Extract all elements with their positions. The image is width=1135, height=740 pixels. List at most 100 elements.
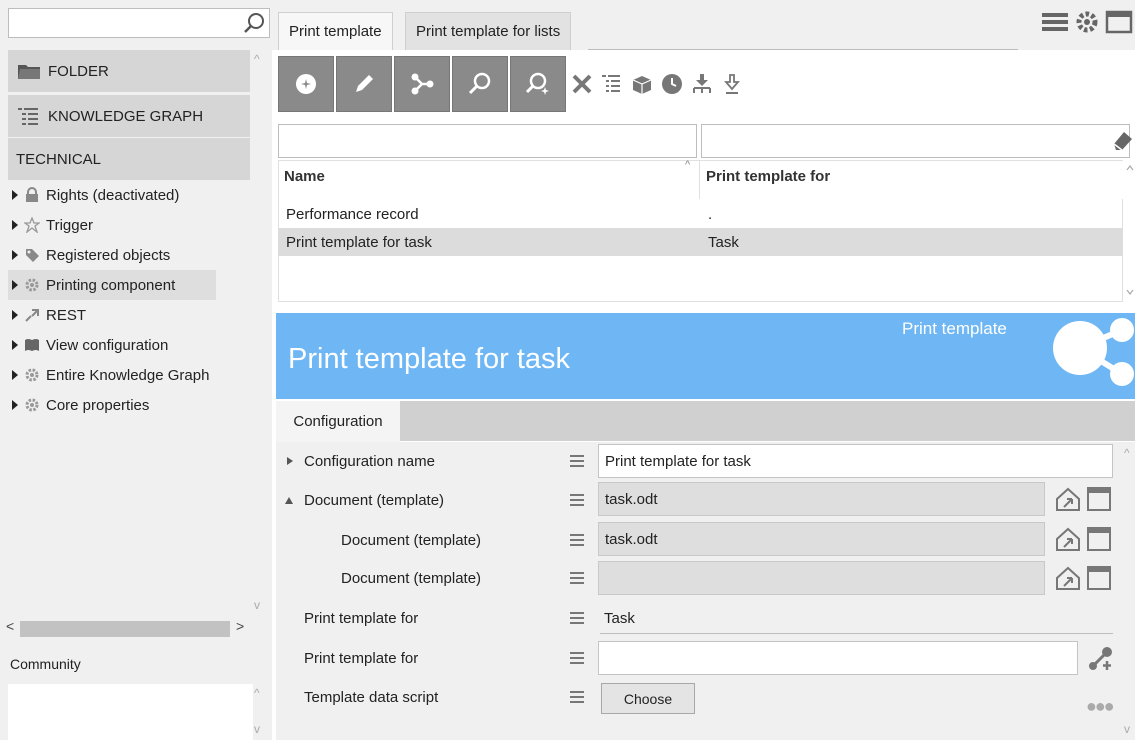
tree-item-registered-objects[interactable]: Registered objects	[8, 240, 250, 270]
field-menu-icon[interactable]	[570, 455, 584, 467]
window-icon[interactable]	[1104, 8, 1134, 36]
tab-configuration[interactable]: Configuration	[276, 401, 400, 442]
tree-item-label: Printing component	[46, 276, 176, 294]
scroll-down-icon[interactable]: v	[254, 722, 260, 736]
tree-item-entire-knowledge-graph[interactable]: Entire Knowledge Graph	[8, 360, 250, 390]
expand-arrow-icon[interactable]	[12, 190, 18, 200]
filter-name-input[interactable]	[278, 124, 697, 158]
scroll-down-icon[interactable]: v	[254, 598, 260, 612]
print-template-for-input[interactable]	[598, 641, 1078, 675]
more-options-icon[interactable]: ●●●	[1086, 696, 1115, 717]
table-vertical-scrollbar[interactable]	[1125, 162, 1135, 302]
field-menu-icon[interactable]	[570, 612, 584, 624]
configuration-tab-bar	[276, 401, 1135, 441]
tree-item-rest[interactable]: REST	[8, 300, 250, 330]
field-divider	[600, 633, 1113, 634]
window-icon[interactable]	[1085, 525, 1113, 553]
export-button[interactable]	[718, 64, 746, 104]
tree-item-trigger[interactable]: Trigger	[8, 210, 250, 240]
community-panel[interactable]	[8, 684, 253, 740]
folder-icon	[18, 65, 40, 79]
column-header-name[interactable]: Name	[284, 168, 325, 185]
field-menu-icon[interactable]	[570, 652, 584, 664]
configuration-name-input[interactable]: Print template for task	[598, 444, 1113, 478]
table-row[interactable]: Performance record .	[278, 200, 1123, 228]
scroll-up-icon[interactable]: ^	[254, 52, 260, 66]
field-menu-icon[interactable]	[570, 572, 584, 584]
expand-arrow-icon[interactable]	[287, 457, 293, 465]
field-menu-icon[interactable]	[570, 534, 584, 546]
tab-print-template[interactable]: Print template	[278, 12, 393, 50]
tag-icon	[26, 249, 39, 262]
search-input[interactable]	[8, 8, 270, 38]
graph-button[interactable]	[394, 56, 450, 112]
tree-item-rights[interactable]: Rights (deactivated)	[8, 180, 250, 210]
download-icon	[693, 74, 711, 93]
graph-icon	[411, 73, 434, 95]
import-button[interactable]	[688, 64, 716, 104]
search-icon[interactable]	[243, 12, 265, 34]
window-icon[interactable]	[1085, 485, 1113, 513]
gear-icon[interactable]	[1072, 8, 1102, 36]
scroll-up-icon[interactable]: ^	[1124, 446, 1130, 460]
delete-button[interactable]	[568, 64, 596, 104]
collapse-arrow-icon[interactable]	[285, 497, 293, 504]
scroll-down-icon[interactable]: v	[1124, 722, 1130, 736]
expand-arrow-icon[interactable]	[12, 310, 18, 320]
advanced-search-button[interactable]	[510, 56, 566, 112]
edit-button[interactable]	[336, 56, 392, 112]
filter-print-template-for-input[interactable]	[701, 124, 1130, 158]
expand-arrow-icon[interactable]	[12, 340, 18, 350]
scroll-right-icon[interactable]: >	[236, 618, 244, 634]
field-label-template-data-script: Template data script	[304, 689, 439, 706]
print-template-for-value[interactable]: Task	[604, 610, 635, 627]
sort-ascending-icon[interactable]: ^	[685, 159, 690, 171]
scroll-up-icon[interactable]: ^	[254, 686, 260, 700]
section-knowledge-graph[interactable]: KNOWLEDGE GRAPH	[8, 95, 250, 137]
tree-item-label: Registered objects	[46, 246, 171, 264]
expand-arrow-icon[interactable]	[12, 280, 18, 290]
document-template-input	[598, 561, 1045, 595]
column-header-print-template-for[interactable]: Print template for	[706, 168, 830, 185]
choose-button[interactable]: Choose	[601, 683, 695, 714]
tree-item-printing-component[interactable]: Printing component	[8, 270, 216, 300]
tab-divider	[588, 49, 1018, 50]
add-relation-icon[interactable]	[1087, 644, 1115, 672]
gear-icon	[25, 398, 39, 412]
close-icon	[572, 74, 592, 94]
expand-arrow-icon[interactable]	[12, 220, 18, 230]
field-menu-icon[interactable]	[570, 494, 584, 506]
menu-icon[interactable]	[1040, 8, 1070, 36]
tree-item-label: Entire Knowledge Graph	[46, 366, 210, 384]
field-menu-icon[interactable]	[570, 691, 584, 703]
expand-arrow-icon[interactable]	[12, 400, 18, 410]
scroll-left-icon[interactable]: <	[6, 618, 14, 634]
upload-home-icon[interactable]	[1053, 564, 1083, 592]
search-icon	[468, 72, 491, 95]
section-technical[interactable]: TECHNICAL	[8, 138, 250, 180]
pencil-icon	[356, 75, 373, 92]
object-type-label: Print template	[902, 319, 1007, 338]
tree-item-core-properties[interactable]: Core properties	[8, 390, 250, 420]
scrollbar-thumb[interactable]	[20, 621, 230, 637]
box-button[interactable]	[628, 64, 656, 104]
table-row-selected[interactable]: Print template for task Task	[278, 228, 1123, 256]
expand-arrow-icon[interactable]	[12, 370, 18, 380]
tree-item-view-configuration[interactable]: View configuration	[8, 330, 250, 360]
gear-icon	[25, 368, 39, 382]
share-graph-icon	[1053, 318, 1134, 386]
toolbar	[278, 56, 828, 112]
window-icon[interactable]	[1085, 564, 1113, 592]
document-actions	[1053, 485, 1113, 515]
tab-print-template-for-lists[interactable]: Print template for lists	[405, 12, 572, 50]
upload-home-icon[interactable]	[1053, 525, 1083, 553]
expand-arrow-icon[interactable]	[12, 250, 18, 260]
history-button[interactable]	[658, 64, 686, 104]
new-button[interactable]	[278, 56, 334, 112]
eraser-icon[interactable]	[1110, 128, 1135, 154]
upload-home-icon[interactable]	[1053, 485, 1083, 513]
section-folder[interactable]: FOLDER	[8, 50, 250, 92]
field-label-print-template-for: Print template for	[304, 610, 419, 627]
search-button[interactable]	[452, 56, 508, 112]
list-button[interactable]	[598, 64, 626, 104]
